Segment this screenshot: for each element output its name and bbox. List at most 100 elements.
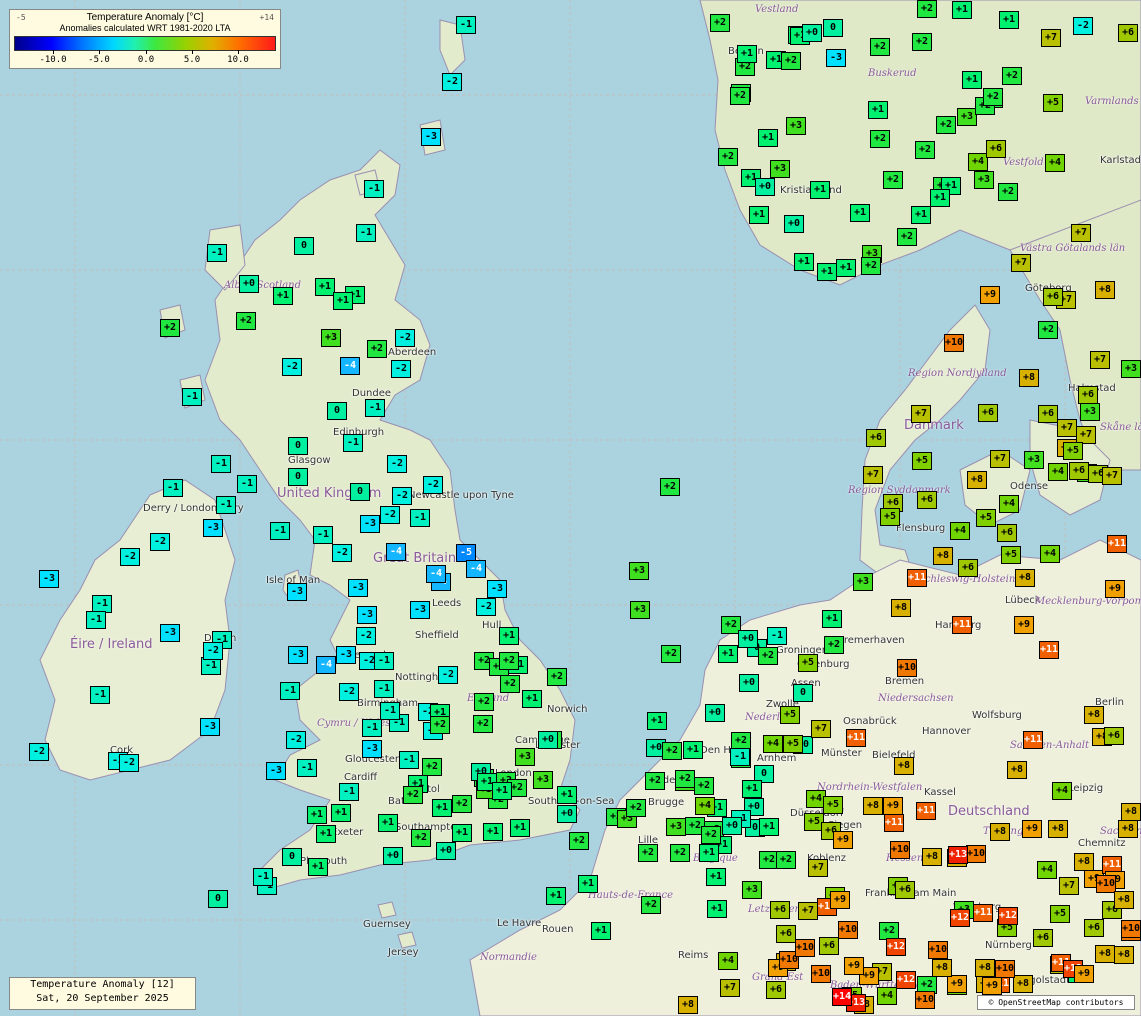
station-anomaly-marker[interactable]: +5 (1050, 905, 1070, 923)
station-anomaly-marker[interactable]: +2 (160, 319, 180, 337)
station-anomaly-marker[interactable]: -1 (380, 702, 400, 720)
station-anomaly-marker[interactable]: +6 (986, 140, 1006, 158)
station-anomaly-marker[interactable]: -3 (362, 740, 382, 758)
station-anomaly-marker[interactable]: +5 (1001, 546, 1021, 564)
station-anomaly-marker[interactable]: -1 (253, 868, 273, 886)
station-anomaly-marker[interactable]: +5 (880, 508, 900, 526)
station-anomaly-marker[interactable]: +7 (1090, 351, 1110, 369)
station-anomaly-marker[interactable]: +11 (1023, 731, 1043, 749)
station-anomaly-marker[interactable]: +5 (783, 735, 803, 753)
station-anomaly-marker[interactable]: +1 (499, 627, 519, 645)
station-anomaly-marker[interactable]: -4 (316, 656, 336, 674)
station-anomaly-marker[interactable]: +7 (811, 720, 831, 738)
station-anomaly-marker[interactable]: -4 (340, 357, 360, 375)
station-anomaly-marker[interactable]: -2 (29, 743, 49, 761)
station-anomaly-marker[interactable]: -3 (160, 624, 180, 642)
station-anomaly-marker[interactable]: +2 (694, 777, 714, 795)
station-anomaly-marker[interactable]: 0 (350, 483, 370, 501)
station-anomaly-marker[interactable]: -1 (280, 682, 300, 700)
station-anomaly-marker[interactable]: -2 (395, 329, 415, 347)
station-anomaly-marker[interactable]: -1 (410, 509, 430, 527)
station-anomaly-marker[interactable]: +7 (911, 405, 931, 423)
station-anomaly-marker[interactable]: +11 (973, 904, 993, 922)
station-anomaly-marker[interactable]: +8 (1074, 853, 1094, 871)
station-anomaly-marker[interactable]: +1 (378, 814, 398, 832)
station-anomaly-marker[interactable]: +7 (1057, 419, 1077, 437)
station-anomaly-marker[interactable]: +1 (510, 819, 530, 837)
station-anomaly-marker[interactable]: +11 (907, 569, 927, 587)
station-anomaly-marker[interactable]: +3 (1121, 360, 1141, 378)
station-anomaly-marker[interactable]: -3 (203, 519, 223, 537)
station-anomaly-marker[interactable]: -2 (150, 533, 170, 551)
station-anomaly-marker[interactable]: +1 (308, 858, 328, 876)
station-anomaly-marker[interactable]: +2 (870, 130, 890, 148)
station-anomaly-marker[interactable]: +8 (967, 471, 987, 489)
station-anomaly-marker[interactable]: +8 (1084, 706, 1104, 724)
station-anomaly-marker[interactable]: +4 (1037, 861, 1057, 879)
station-anomaly-marker[interactable]: +6 (895, 881, 915, 899)
station-anomaly-marker[interactable]: +9 (947, 975, 967, 993)
station-anomaly-marker[interactable]: +14 (832, 988, 852, 1006)
station-anomaly-marker[interactable]: +8 (1114, 946, 1134, 964)
station-anomaly-marker[interactable]: +0 (722, 817, 742, 835)
station-anomaly-marker[interactable]: -2 (286, 731, 306, 749)
station-anomaly-marker[interactable]: +2 (824, 636, 844, 654)
station-anomaly-marker[interactable]: +4 (877, 987, 897, 1005)
station-anomaly-marker[interactable]: +8 (1007, 761, 1027, 779)
station-anomaly-marker[interactable]: +11 (1039, 641, 1059, 659)
station-anomaly-marker[interactable]: +0 (739, 674, 759, 692)
station-anomaly-marker[interactable]: +6 (866, 429, 886, 447)
station-anomaly-marker[interactable]: +1 (492, 782, 512, 800)
station-anomaly-marker[interactable]: +9 (982, 977, 1002, 995)
station-anomaly-marker[interactable]: +8 (891, 599, 911, 617)
station-anomaly-marker[interactable]: +8 (1048, 820, 1068, 838)
station-anomaly-marker[interactable]: +3 (629, 562, 649, 580)
station-anomaly-marker[interactable]: +2 (718, 148, 738, 166)
station-anomaly-marker[interactable]: +1 (930, 189, 950, 207)
station-anomaly-marker[interactable]: +2 (660, 478, 680, 496)
station-anomaly-marker[interactable]: +5 (1043, 94, 1063, 112)
station-anomaly-marker[interactable]: -3 (357, 606, 377, 624)
station-anomaly-marker[interactable]: +5 (912, 452, 932, 470)
station-anomaly-marker[interactable]: +8 (1095, 945, 1115, 963)
station-anomaly-marker[interactable]: +4 (950, 522, 970, 540)
station-anomaly-marker[interactable]: -3 (360, 515, 380, 533)
station-anomaly-marker[interactable]: -2 (120, 548, 140, 566)
station-anomaly-marker[interactable]: +10 (928, 941, 948, 959)
station-anomaly-marker[interactable]: +1 (794, 253, 814, 271)
station-anomaly-marker[interactable]: +9 (833, 831, 853, 849)
station-anomaly-marker[interactable]: +2 (500, 675, 520, 693)
station-anomaly-marker[interactable]: +2 (236, 312, 256, 330)
station-anomaly-marker[interactable]: +12 (998, 907, 1018, 925)
station-anomaly-marker[interactable]: +2 (645, 772, 665, 790)
station-anomaly-marker[interactable]: -3 (200, 718, 220, 736)
station-anomaly-marker[interactable]: +2 (626, 799, 646, 817)
station-anomaly-marker[interactable]: +8 (894, 757, 914, 775)
station-anomaly-marker[interactable]: +2 (499, 652, 519, 670)
station-anomaly-marker[interactable]: +1 (483, 823, 503, 841)
station-anomaly-marker[interactable]: +10 (795, 939, 815, 957)
station-anomaly-marker[interactable]: +0 (755, 178, 775, 196)
station-anomaly-marker[interactable]: +4 (1052, 782, 1072, 800)
station-anomaly-marker[interactable]: +6 (1118, 24, 1138, 42)
station-anomaly-marker[interactable]: +5 (823, 796, 843, 814)
station-anomaly-marker[interactable]: +2 (474, 693, 494, 711)
station-anomaly-marker[interactable]: -2 (476, 598, 496, 616)
station-anomaly-marker[interactable]: -3 (336, 646, 356, 664)
station-anomaly-marker[interactable]: +12 (886, 938, 906, 956)
station-anomaly-marker[interactable]: +10 (890, 841, 910, 859)
station-anomaly-marker[interactable]: +1 (315, 278, 335, 296)
station-anomaly-marker[interactable]: 0 (288, 437, 308, 455)
station-anomaly-marker[interactable]: +2 (917, 0, 937, 18)
station-anomaly-marker[interactable]: -1 (313, 526, 333, 544)
station-anomaly-marker[interactable]: -1 (90, 686, 110, 704)
station-anomaly-marker[interactable]: +12 (896, 971, 916, 989)
station-anomaly-marker[interactable]: +2 (638, 844, 658, 862)
station-anomaly-marker[interactable]: +4 (999, 495, 1019, 513)
station-anomaly-marker[interactable]: +4 (695, 797, 715, 815)
station-anomaly-marker[interactable]: +1 (699, 844, 719, 862)
station-anomaly-marker[interactable]: +8 (975, 959, 995, 977)
station-anomaly-marker[interactable]: -1 (207, 244, 227, 262)
station-anomaly-marker[interactable]: +10 (995, 960, 1015, 978)
station-anomaly-marker[interactable]: +10 (915, 991, 935, 1009)
